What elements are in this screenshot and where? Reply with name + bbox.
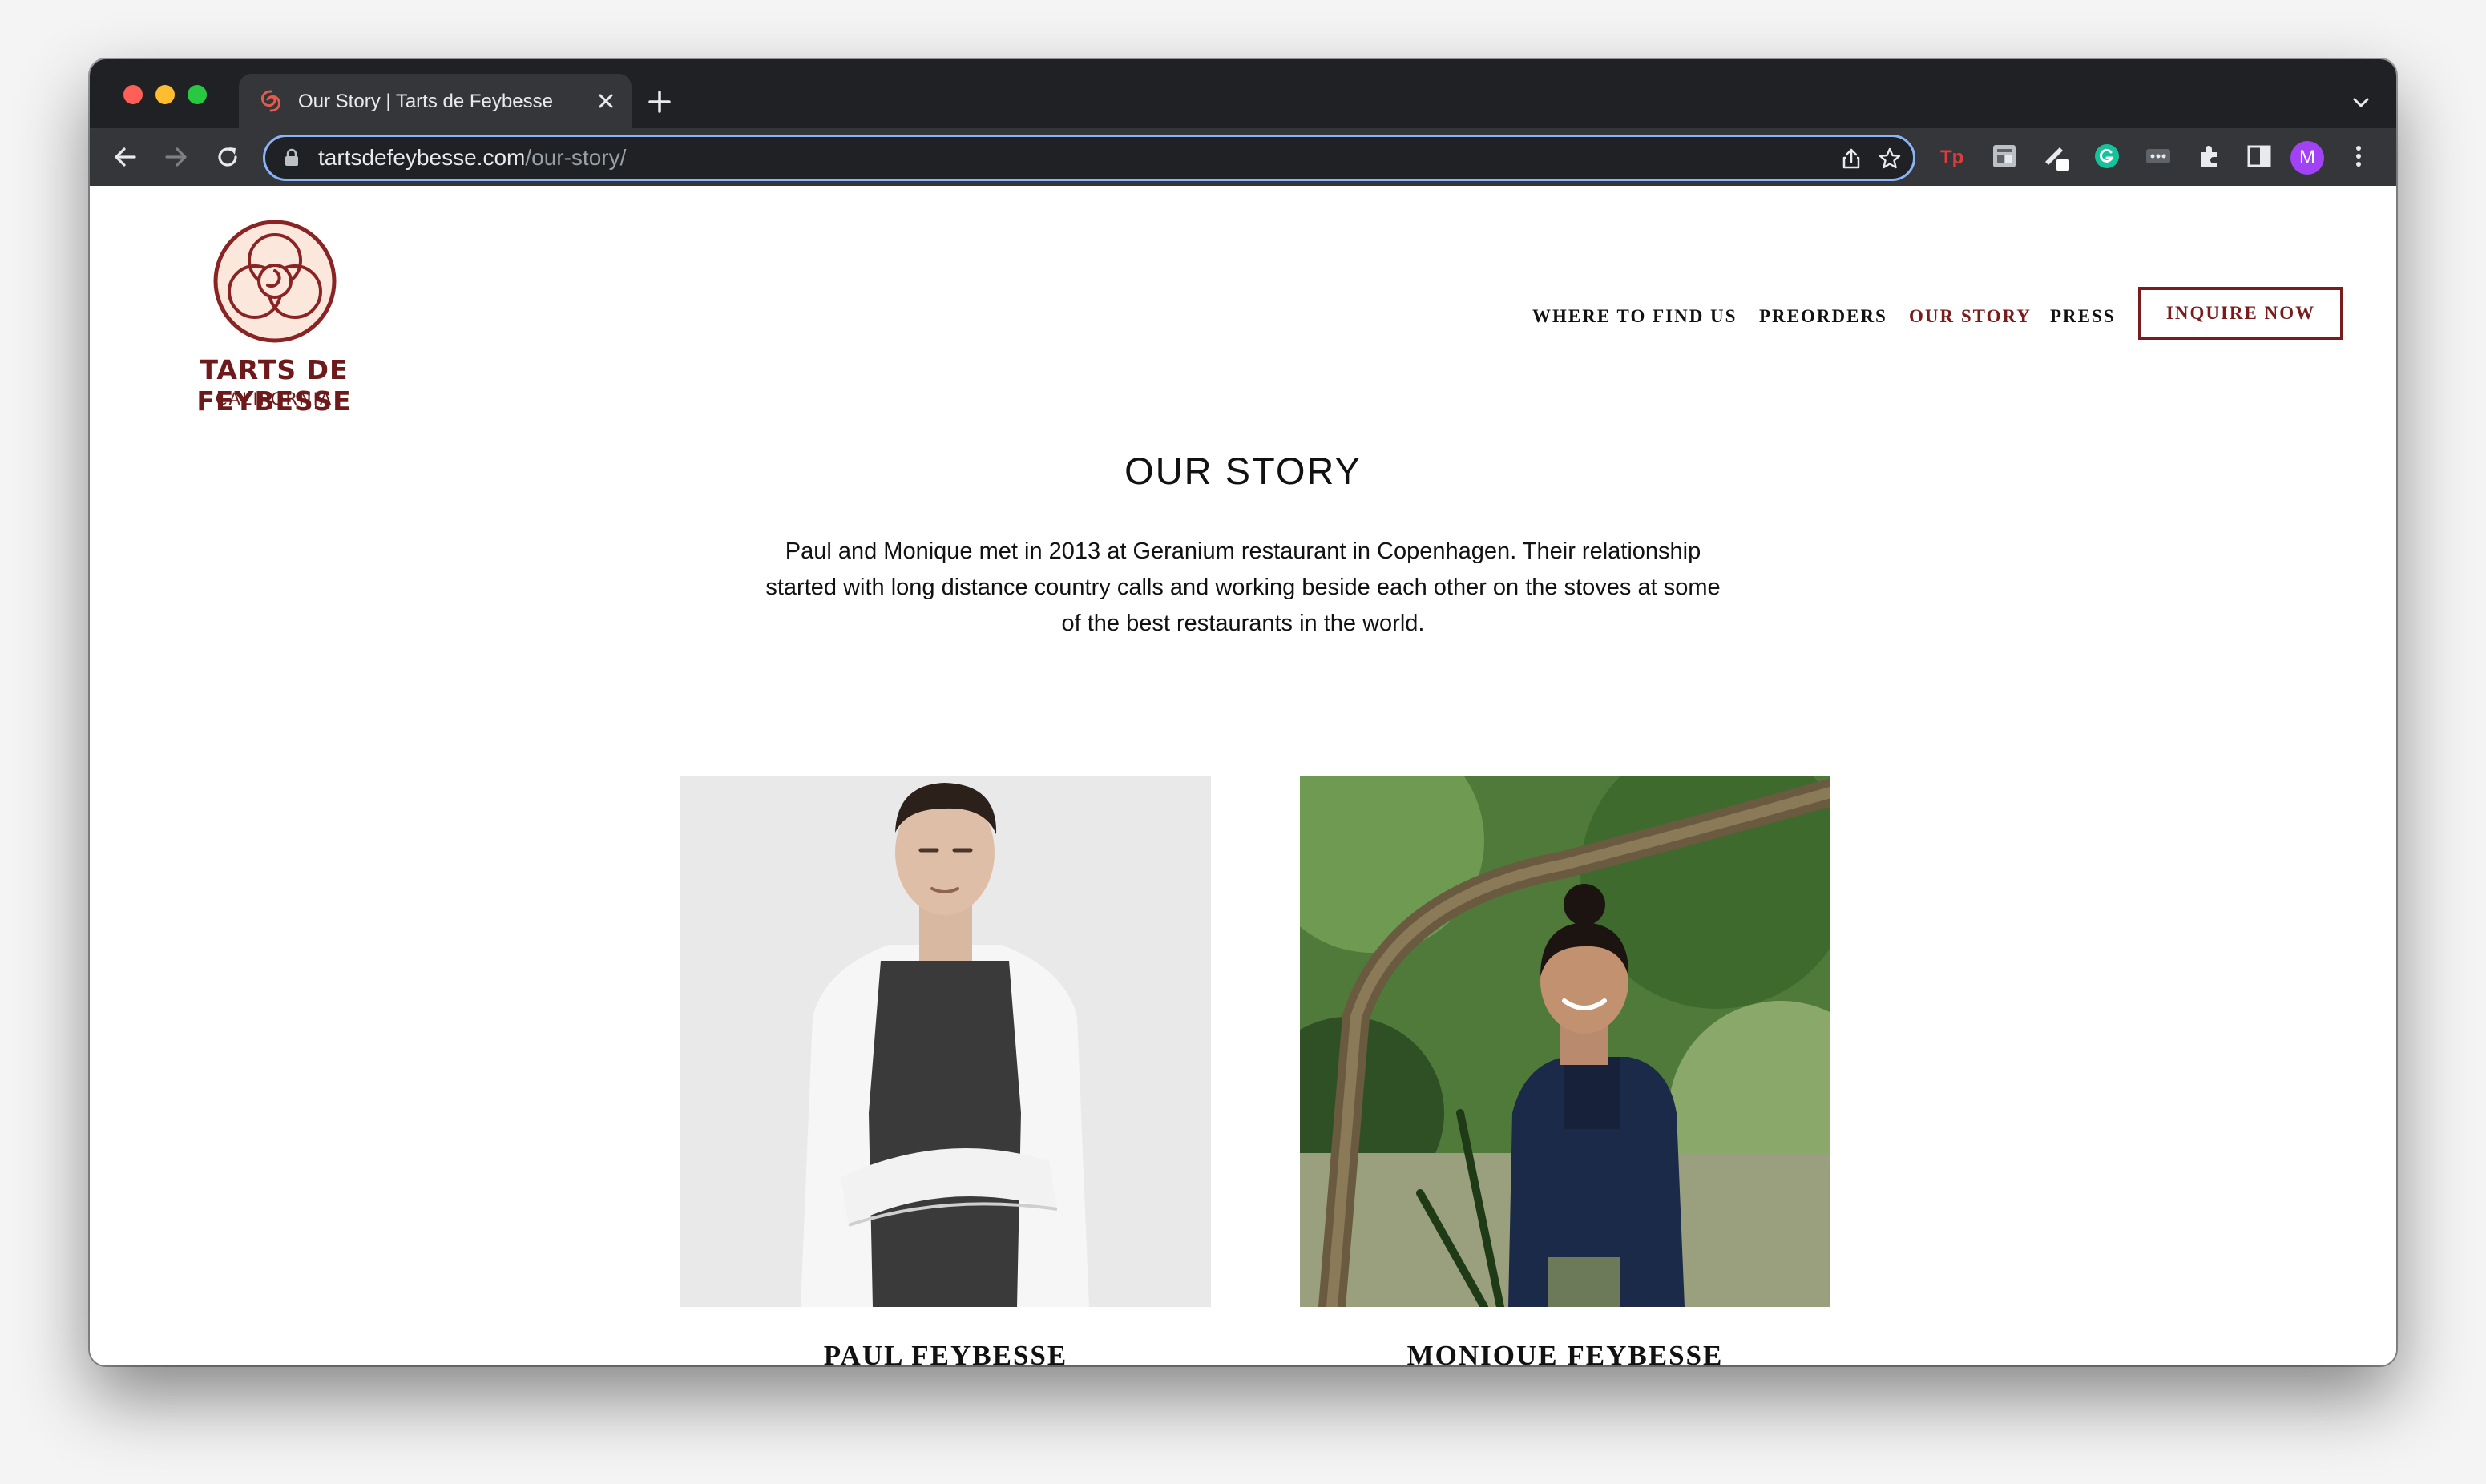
close-tab-icon[interactable] bbox=[595, 90, 617, 112]
extensions-icon[interactable] bbox=[2194, 141, 2225, 171]
pen-extension-icon[interactable] bbox=[2040, 141, 2071, 171]
tab-our-story[interactable]: Our Story | Tarts de Feybesse bbox=[239, 74, 632, 128]
intro-paragraph: Paul and Monique met in 2013 at Geranium… bbox=[765, 538, 1721, 636]
person-name-paul: PAUL FEYBESSE bbox=[823, 1340, 1068, 1365]
person-name-monique: MONIQUE FEYBESSE bbox=[1406, 1340, 1724, 1365]
profile-avatar[interactable]: M bbox=[2290, 141, 2324, 175]
dots-extension-icon[interactable] bbox=[2143, 141, 2173, 171]
close-window-button[interactable] bbox=[123, 85, 143, 104]
share-icon[interactable] bbox=[1839, 147, 1863, 171]
side-panel-icon[interactable] bbox=[2244, 141, 2274, 171]
brand-subtitle: CALIFORNIA bbox=[215, 389, 333, 409]
tab-search-chevron-icon[interactable] bbox=[2350, 91, 2372, 114]
minimize-window-button[interactable] bbox=[155, 85, 175, 104]
address-bar[interactable]: tartsdefeybesse.com/our-story/ bbox=[263, 135, 1915, 181]
nav-press[interactable]: PRESS bbox=[2050, 306, 2116, 327]
tab-strip: Our Story | Tarts de Feybesse bbox=[90, 59, 2396, 128]
inquire-now-button[interactable]: INQUIRE NOW bbox=[2138, 287, 2343, 340]
tab-title: Our Story | Tarts de Feybesse bbox=[298, 91, 553, 112]
browser-window: Our Story | Tarts de Feybesse tartsdefey… bbox=[90, 59, 2396, 1365]
star-icon[interactable] bbox=[1878, 147, 1902, 171]
reload-icon[interactable] bbox=[213, 143, 242, 171]
url-text[interactable]: tartsdefeybesse.com/our-story/ bbox=[318, 145, 626, 171]
forward-icon[interactable] bbox=[162, 143, 191, 171]
svg-text:Tp: Tp bbox=[1940, 147, 1963, 168]
tp-extension-icon[interactable]: Tp bbox=[1938, 141, 1968, 171]
url-host: tartsdefeybesse.com bbox=[318, 145, 526, 170]
reader-extension-icon[interactable] bbox=[1989, 141, 2020, 171]
nav-where-to-find-us[interactable]: WHERE TO FIND US bbox=[1532, 306, 1737, 327]
nav-preorders[interactable]: PREORDERS bbox=[1759, 306, 1887, 327]
url-path: /our-story/ bbox=[525, 145, 627, 170]
back-icon[interactable] bbox=[111, 143, 139, 171]
lock-icon[interactable] bbox=[283, 148, 301, 167]
paul-portrait-photo bbox=[680, 776, 1211, 1307]
page-viewport: TARTS DE FEYBESSE CALIFORNIA WHERE TO FI… bbox=[90, 186, 2396, 1365]
browser-toolbar: tartsdefeybesse.com/our-story/ Tp M bbox=[90, 128, 2396, 186]
maximize-window-button[interactable] bbox=[188, 85, 207, 104]
site-favicon-icon bbox=[261, 90, 280, 112]
rose-logo-icon[interactable] bbox=[212, 218, 338, 345]
menu-icon[interactable] bbox=[2343, 141, 2374, 171]
new-tab-icon[interactable] bbox=[646, 88, 673, 115]
page-title: OUR STORY bbox=[1124, 450, 1362, 492]
nav-our-story[interactable]: OUR STORY bbox=[1909, 306, 2032, 327]
grammarly-icon[interactable] bbox=[2092, 141, 2122, 171]
monique-portrait-photo bbox=[1300, 776, 1830, 1307]
